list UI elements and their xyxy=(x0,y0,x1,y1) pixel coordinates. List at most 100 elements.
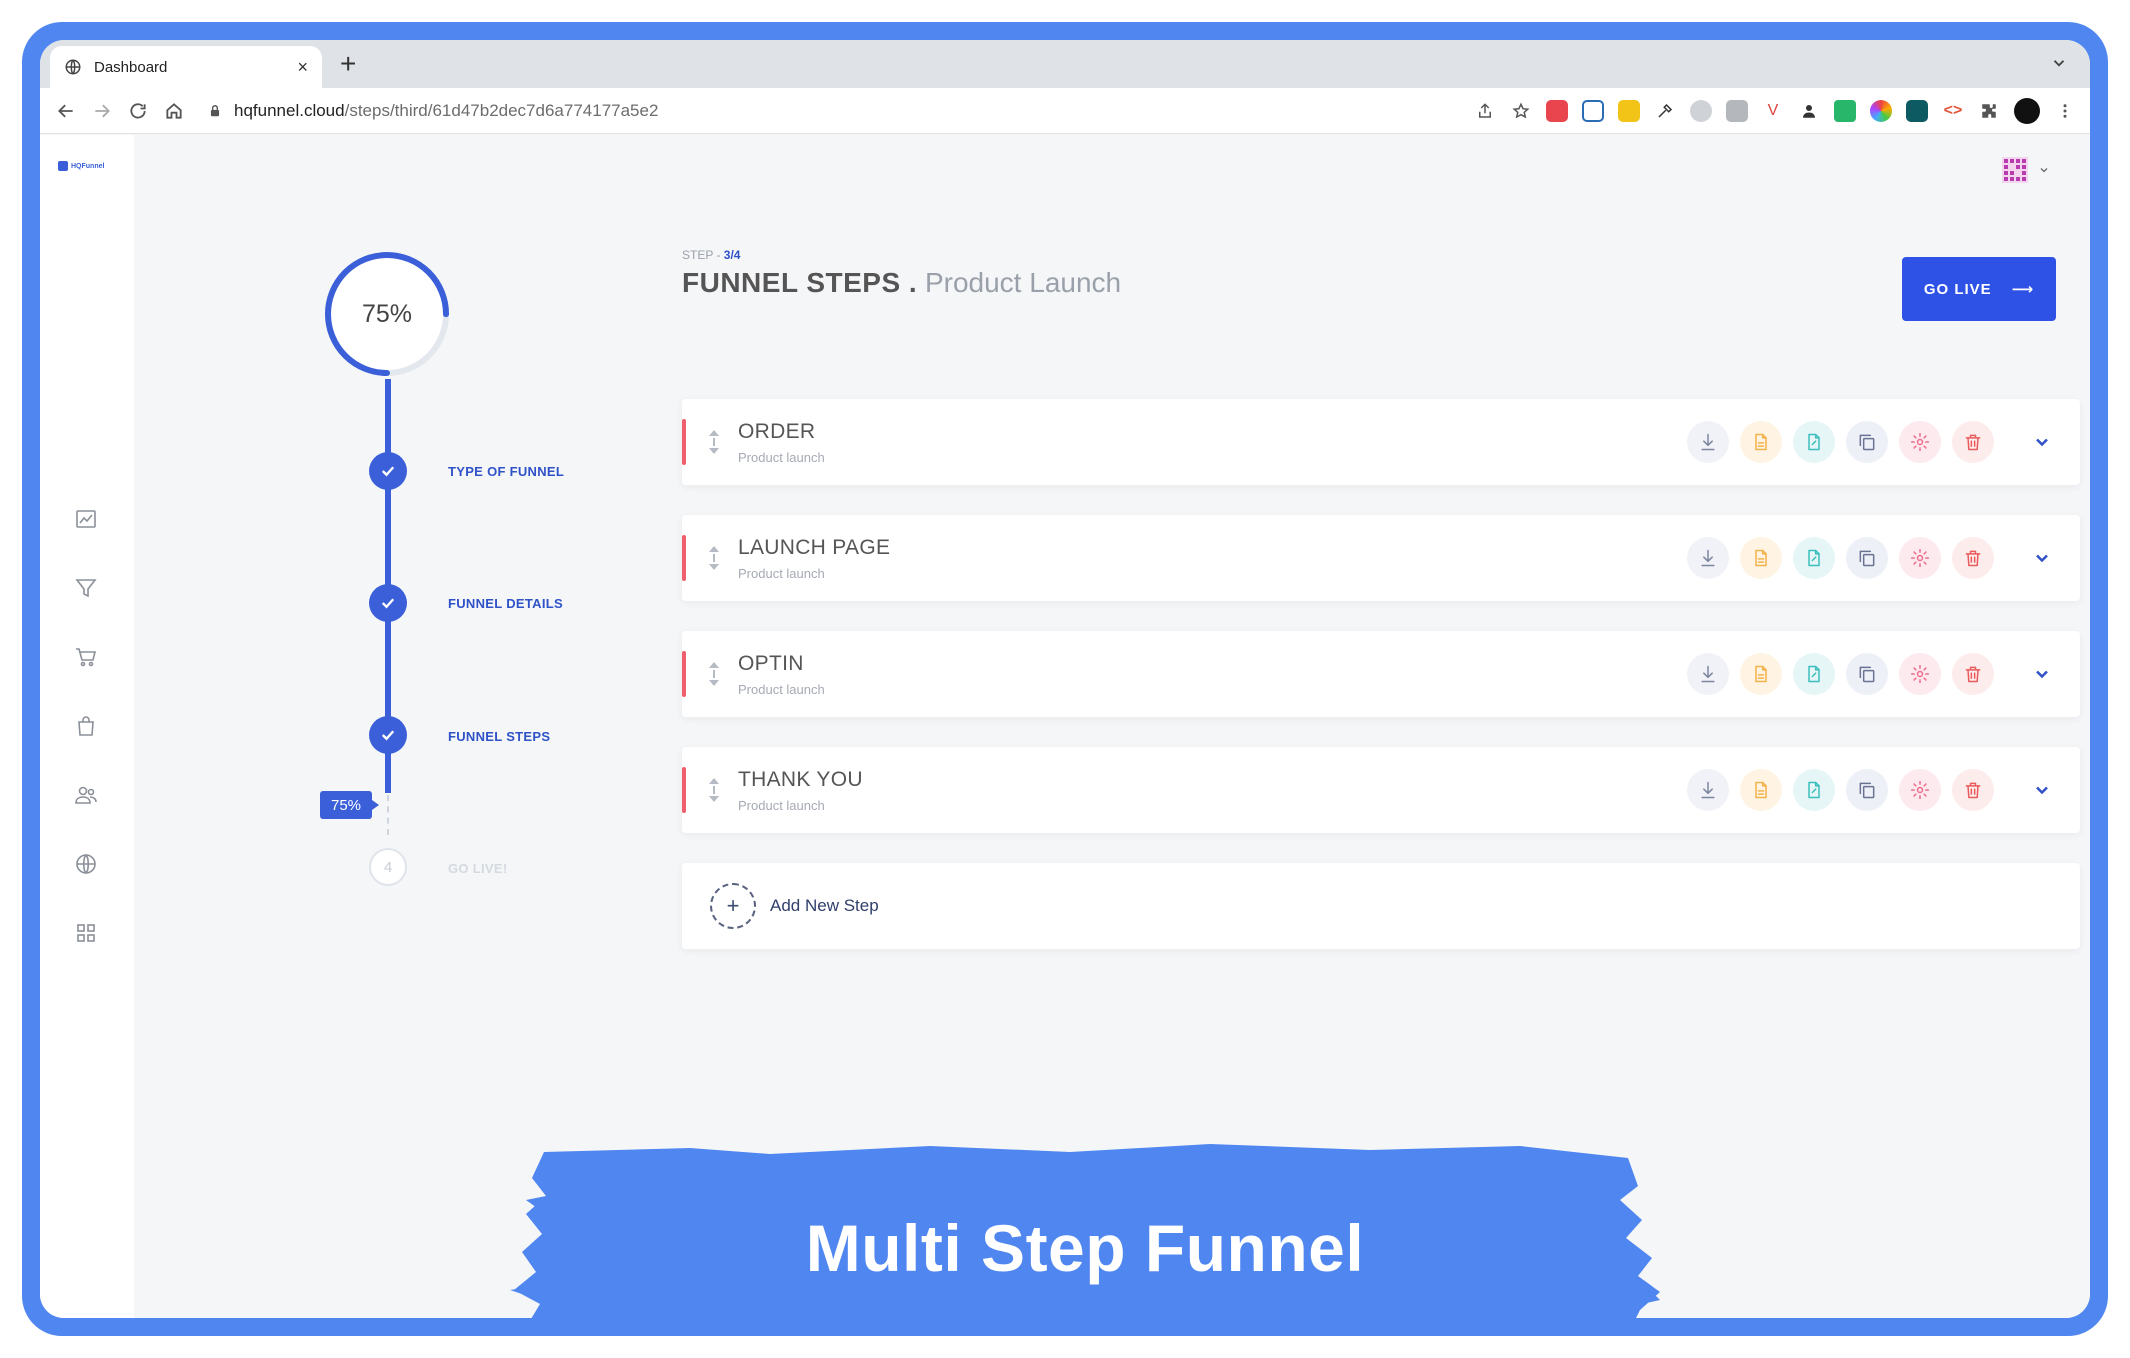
document-button[interactable] xyxy=(1740,769,1782,811)
url-text: hqfunnel.cloud/steps/third/61d47b2dec7d6… xyxy=(234,100,659,120)
progress-step-label: FUNNEL STEPS xyxy=(448,729,551,744)
workspace-switcher[interactable] xyxy=(2002,157,2050,183)
add-new-step-button[interactable]: + Add New Step xyxy=(682,863,2080,949)
settings-gear-icon xyxy=(1910,432,1930,452)
presentation-frame: Dashboard × + hqfunnel.cloud/steps/third xyxy=(22,22,2108,1336)
funnel-step-text: LAUNCH PAGE Product launch xyxy=(738,536,1687,581)
forward-button[interactable] xyxy=(90,99,114,123)
funnel-step-card[interactable]: THANK YOU Product launch xyxy=(682,747,2080,833)
funnel-step-card[interactable]: LAUNCH PAGE Product launch xyxy=(682,515,2080,601)
puzzle-icon[interactable] xyxy=(1978,100,2000,122)
chevron-down-icon[interactable] xyxy=(2032,432,2052,452)
copy-button[interactable] xyxy=(1846,769,1888,811)
chevron-down-icon[interactable] xyxy=(2032,780,2052,800)
download-button[interactable] xyxy=(1687,653,1729,695)
progress-step-type-of-funnel[interactable] xyxy=(369,452,407,490)
trash-icon xyxy=(1965,550,1981,567)
plus-icon: + xyxy=(710,883,756,929)
trash-button[interactable] xyxy=(1952,653,1994,695)
funnel-icon[interactable] xyxy=(74,576,98,600)
extension-red-icon[interactable] xyxy=(1546,99,1568,122)
tab-dashboard[interactable]: Dashboard × xyxy=(50,46,322,88)
funnel-step-card[interactable]: OPTIN Product launch xyxy=(682,631,2080,717)
page-edit-button[interactable] xyxy=(1793,769,1835,811)
extension-code-icon[interactable] xyxy=(1726,99,1748,122)
document-button[interactable] xyxy=(1740,653,1782,695)
app-logo[interactable]: HQFunnel xyxy=(58,161,104,171)
funnel-step-subtitle: Product launch xyxy=(738,681,825,697)
extension-grey-icon[interactable] xyxy=(1690,99,1712,122)
page-edit-button[interactable] xyxy=(1793,653,1835,695)
document-button[interactable] xyxy=(1740,537,1782,579)
page-edit-button[interactable] xyxy=(1793,421,1835,463)
extension-devtools-icon[interactable]: <> xyxy=(1942,100,1964,122)
drag-handle-icon[interactable] xyxy=(702,426,726,458)
settings-gear-button[interactable] xyxy=(1899,421,1941,463)
trash-icon xyxy=(1965,782,1981,799)
check-icon xyxy=(381,598,395,609)
page-edit-icon xyxy=(1808,781,1820,799)
chevron-down-icon[interactable] xyxy=(2032,664,2052,684)
extension-yellow-icon[interactable] xyxy=(1618,99,1640,122)
download-icon xyxy=(1701,665,1715,683)
extension-colorwheel-icon[interactable] xyxy=(1870,99,1892,122)
progress-step-go-live[interactable]: 4 xyxy=(369,848,407,886)
apps-grid-icon[interactable] xyxy=(74,921,98,945)
share-icon[interactable] xyxy=(1474,100,1496,122)
download-icon xyxy=(1701,549,1715,567)
document-button[interactable] xyxy=(1740,421,1782,463)
settings-gear-icon xyxy=(1910,664,1930,684)
analytics-icon[interactable] xyxy=(74,507,98,531)
extension-teal-icon[interactable] xyxy=(1906,99,1928,122)
chevron-down-icon[interactable] xyxy=(2050,54,2068,72)
settings-gear-button[interactable] xyxy=(1899,537,1941,579)
download-button[interactable] xyxy=(1687,769,1729,811)
progress-step-funnel-details[interactable] xyxy=(369,584,407,622)
go-live-button[interactable]: GO LIVE ⟶ xyxy=(1902,257,2056,321)
trash-button[interactable] xyxy=(1952,537,1994,579)
profile-avatar[interactable] xyxy=(2014,97,2040,124)
home-button[interactable] xyxy=(162,99,186,123)
trash-button[interactable] xyxy=(1952,421,1994,463)
reload-button[interactable] xyxy=(126,99,150,123)
back-button[interactable] xyxy=(54,99,78,123)
extension-screen-icon[interactable] xyxy=(1582,99,1604,122)
drag-handle-icon[interactable] xyxy=(702,658,726,690)
download-button[interactable] xyxy=(1687,537,1729,579)
drag-handle-icon[interactable] xyxy=(702,774,726,806)
banner-title: Multi Step Funnel xyxy=(805,1210,1365,1285)
funnel-step-actions xyxy=(1687,769,1994,811)
extension-vimeo-icon[interactable]: V xyxy=(1762,100,1784,122)
download-icon xyxy=(1701,781,1715,799)
extension-green-icon[interactable] xyxy=(1834,99,1856,122)
progress-step-funnel-steps[interactable] xyxy=(369,716,407,754)
more-vertical-icon[interactable] xyxy=(2054,100,2076,122)
extension-picker-icon[interactable] xyxy=(1654,100,1676,122)
browser-window: Dashboard × + hqfunnel.cloud/steps/third xyxy=(40,40,2090,1318)
cart-icon[interactable] xyxy=(74,645,98,669)
chevron-down-icon[interactable] xyxy=(2032,548,2052,568)
page-edit-button[interactable] xyxy=(1793,537,1835,579)
globe-icon[interactable] xyxy=(74,852,98,876)
users-icon[interactable] xyxy=(74,783,98,807)
drag-handle-icon[interactable] xyxy=(702,542,726,574)
copy-button[interactable] xyxy=(1846,537,1888,579)
new-tab-button[interactable]: + xyxy=(340,50,356,78)
download-button[interactable] xyxy=(1687,421,1729,463)
bookmark-star-icon[interactable] xyxy=(1510,100,1532,122)
extension-person-icon[interactable] xyxy=(1798,100,1820,122)
copy-button[interactable] xyxy=(1846,421,1888,463)
copy-button[interactable] xyxy=(1846,653,1888,695)
funnel-step-title: LAUNCH PAGE xyxy=(738,535,891,559)
settings-gear-button[interactable] xyxy=(1899,769,1941,811)
close-tab-icon[interactable]: × xyxy=(297,57,308,78)
address-bar[interactable]: hqfunnel.cloud/steps/third/61d47b2dec7d6… xyxy=(198,93,1462,128)
shopping-bag-icon[interactable] xyxy=(74,714,98,738)
funnel-step-card[interactable]: ORDER Product launch xyxy=(682,399,2080,485)
settings-gear-button[interactable] xyxy=(1899,653,1941,695)
logo-text: HQFunnel xyxy=(71,162,105,170)
trash-button[interactable] xyxy=(1952,769,1994,811)
funnel-step-title: ORDER xyxy=(738,419,816,443)
page-edit-icon xyxy=(1808,665,1820,683)
extensions-bar: V <> xyxy=(1474,97,2076,124)
